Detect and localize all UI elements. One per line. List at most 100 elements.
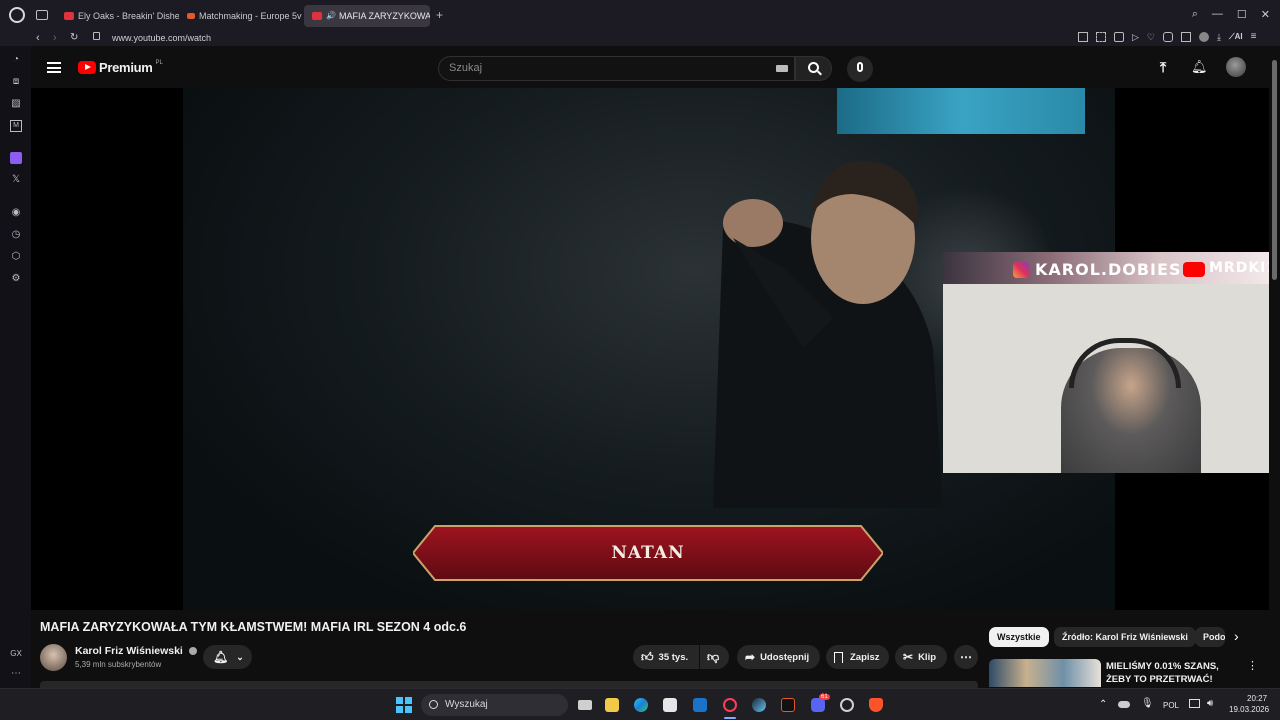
speaker-icon[interactable]: 🔊	[326, 11, 336, 20]
chip-all[interactable]: Wszystkie	[989, 627, 1049, 647]
extensions-sidebar-icon[interactable]: ⬡	[10, 251, 22, 263]
description-box[interactable]	[40, 681, 978, 688]
store-icon[interactable]	[663, 698, 677, 712]
reload-icon[interactable]: ↻	[70, 32, 78, 43]
keyboard-icon[interactable]	[776, 65, 788, 72]
player-icon[interactable]: ◉	[10, 207, 22, 219]
controller-icon[interactable]: ▨	[10, 98, 22, 110]
history-icon[interactable]: ◷	[10, 229, 22, 241]
nameplate-text: NATAN	[611, 543, 685, 563]
taskbar-search[interactable]: Wyszukaj	[421, 694, 568, 716]
search-button[interactable]	[795, 56, 832, 81]
tab-label: Ely Oaks - Breakin' Dishes	[78, 10, 179, 21]
shield-icon[interactable]	[1114, 32, 1124, 42]
profile-icon[interactable]	[1199, 32, 1209, 42]
opera-gx-icon[interactable]	[723, 698, 737, 712]
chips-next-icon[interactable]: ›	[1234, 628, 1239, 644]
create-upload-icon[interactable]: ⤒	[1160, 59, 1166, 76]
tab-ely-oaks[interactable]: Ely Oaks - Breakin' Dishes	[56, 5, 179, 27]
twitch-icon[interactable]	[10, 152, 22, 164]
recommended-video[interactable]: MIELIŚMY 0.01% SZANS, ŻEBY TO PRZETRWAĆ!…	[989, 659, 1259, 687]
pin-icon[interactable]	[1078, 32, 1088, 42]
discord-icon[interactable]	[811, 698, 825, 712]
task-view-icon[interactable]	[578, 700, 592, 710]
thumbs-up-icon: 👍︎	[641, 649, 654, 664]
save-label: Zapisz	[850, 651, 880, 663]
bag-icon[interactable]: ⧈	[10, 76, 22, 88]
gx-label[interactable]: GX	[10, 648, 22, 660]
volume-icon[interactable]: 🔊︎	[1207, 698, 1213, 709]
faceit-favicon-icon	[187, 12, 195, 19]
recommended-thumbnail[interactable]	[989, 659, 1101, 687]
settings-icon[interactable]: ⚙	[10, 273, 22, 285]
terminal-icon[interactable]	[781, 698, 795, 712]
menu-icon[interactable]: ≡	[1251, 32, 1257, 42]
video-player[interactable]: KAROL.DOBIES MRDKI1 NATAN	[31, 88, 1269, 610]
language-indicator[interactable]: POL	[1163, 701, 1179, 710]
play-icon[interactable]: ▷	[1132, 32, 1139, 42]
account-avatar[interactable]	[1226, 57, 1246, 77]
channel-avatar[interactable]	[40, 644, 67, 671]
chip-more[interactable]: Podo	[1195, 627, 1225, 647]
chip-source[interactable]: Źródło: Karol Friz Wiśniewski	[1054, 627, 1196, 647]
aria-ai-button[interactable]: ⟋AI	[1229, 32, 1243, 42]
clock-date[interactable]: 19.03.2026	[1229, 705, 1269, 714]
voice-search-button[interactable]	[847, 56, 873, 82]
save-button[interactable]: Zapisz	[826, 645, 889, 669]
more-icon[interactable]: ⋯	[10, 668, 22, 680]
close-icon[interactable]: ✕	[1261, 8, 1270, 21]
outlook-icon[interactable]	[693, 698, 707, 712]
onedrive-icon[interactable]	[1118, 701, 1130, 708]
logo-text: Premium	[99, 60, 153, 75]
share-button[interactable]: ➦ Udostępnij	[737, 645, 820, 669]
microphone-tray-icon[interactable]: 🎙︎	[1141, 698, 1154, 709]
back-icon[interactable]: ‹	[36, 32, 40, 44]
sidebar-toggle-icon[interactable]	[36, 9, 48, 20]
x-icon[interactable]: 𝕏	[10, 174, 22, 186]
edge-icon[interactable]	[634, 698, 648, 712]
snapshot-icon[interactable]	[1096, 32, 1106, 42]
tab-matchmaking[interactable]: Matchmaking - Europe 5v	[179, 5, 304, 27]
subscription-bell-button[interactable]: 🔔︎ ⌄	[203, 645, 252, 669]
verified-icon	[188, 647, 197, 656]
minimize-icon[interactable]: —	[1212, 8, 1223, 21]
notifications-bell-icon[interactable]: 🔔︎	[1191, 59, 1208, 75]
heart-icon[interactable]: ♡	[1147, 32, 1155, 42]
display-icon[interactable]	[1189, 699, 1200, 708]
opera-logo-icon[interactable]	[9, 6, 25, 23]
maximize-icon[interactable]: ☐	[1237, 8, 1247, 21]
microphone-icon	[857, 62, 863, 72]
address-bar: ‹ › ↻ www.youtube.com/watch ▷ ♡ ⤓ ⟋AI ≡	[0, 29, 1280, 46]
region-code: PL	[155, 59, 163, 66]
steelseries-icon[interactable]	[840, 698, 854, 712]
tab-mafia[interactable]: 🔊 MAFIA ZARYZYKOWAŁ	[304, 4, 430, 27]
windows-start-icon[interactable]	[396, 697, 412, 713]
messenger-icon[interactable]: M	[10, 120, 22, 132]
recommended-title[interactable]: MIELIŚMY 0.01% SZANS, ŻEBY TO PRZETRWAĆ!	[1106, 660, 1241, 686]
scrollbar-thumb[interactable]	[1272, 60, 1277, 280]
url-field[interactable]: www.youtube.com/watch	[112, 33, 211, 43]
page-scrollbar[interactable]	[1269, 46, 1280, 688]
tray-chevron-icon[interactable]: ⌃	[1099, 699, 1107, 710]
brave-icon[interactable]	[869, 698, 883, 712]
dislike-button[interactable]: 👎︎	[700, 645, 729, 669]
like-button[interactable]: 👍︎ 35 tys.	[633, 645, 699, 669]
thumbs-down-icon: 👎︎	[707, 649, 720, 664]
search-input[interactable]: Szukaj	[438, 56, 795, 81]
download-icon[interactable]: ⤓	[1217, 32, 1221, 42]
clock-time[interactable]: 20:27	[1247, 694, 1267, 703]
steam-icon[interactable]	[752, 698, 766, 712]
hamburger-icon[interactable]	[47, 62, 61, 73]
speed-dial-icon[interactable]: ◔	[10, 54, 22, 66]
wallet-icon[interactable]	[1181, 32, 1191, 42]
channel-name[interactable]: Karol Friz Wiśniewski	[75, 645, 197, 657]
youtube-logo[interactable]: Premium PL	[78, 60, 163, 75]
plus-icon[interactable]: +	[436, 8, 443, 22]
search-tabs-icon[interactable]: ⌕	[1192, 8, 1198, 21]
more-actions-button[interactable]: ⋯	[954, 645, 978, 669]
file-explorer-icon[interactable]	[605, 698, 619, 712]
more-vertical-icon[interactable]: ⋮	[1247, 659, 1258, 672]
forward-icon[interactable]: ›	[53, 32, 57, 44]
extensions-icon[interactable]	[1163, 32, 1173, 42]
clip-button[interactable]: ✂ Klip	[895, 645, 947, 669]
